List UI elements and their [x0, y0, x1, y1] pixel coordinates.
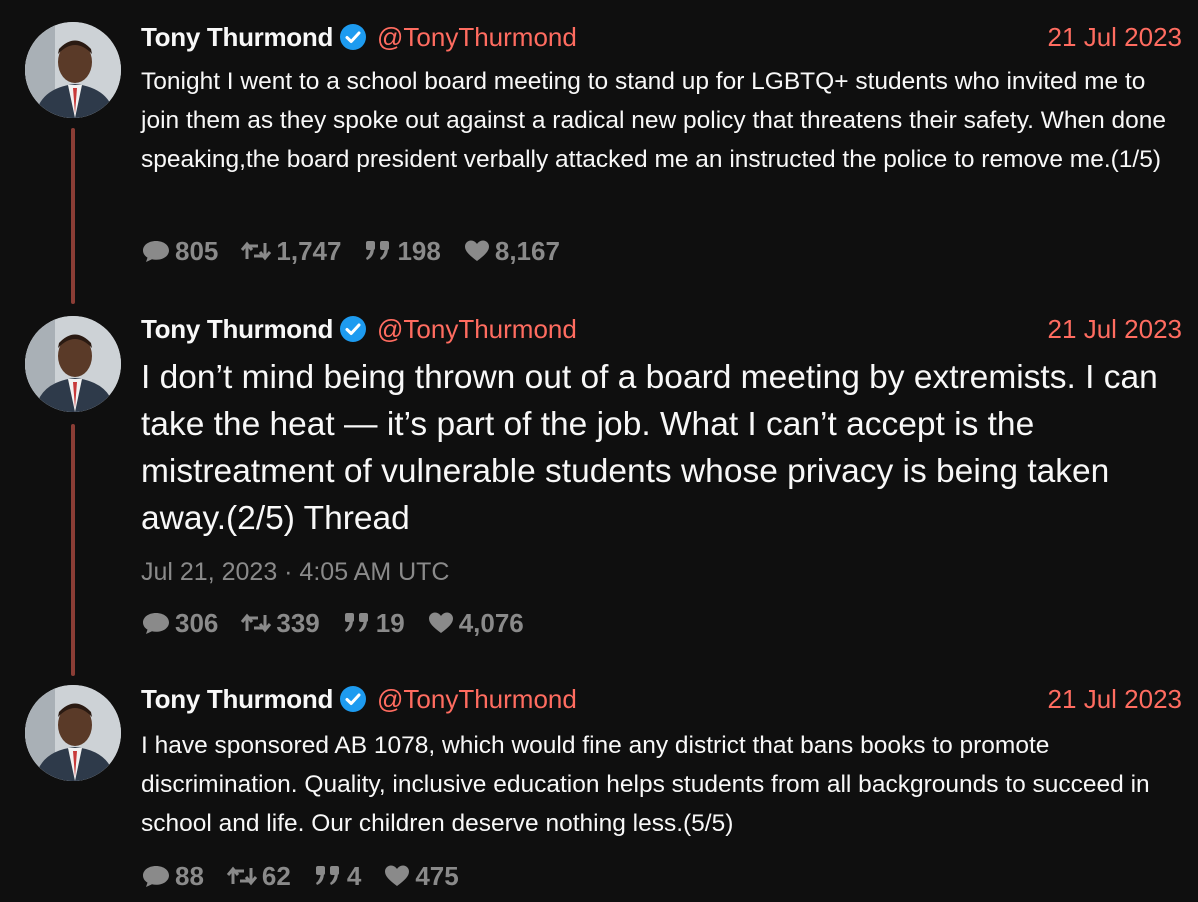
avatar[interactable]	[25, 685, 121, 781]
verified-badge-icon	[339, 315, 367, 343]
retweet-stat[interactable]: 1,747	[240, 236, 341, 267]
heart-icon	[427, 610, 455, 636]
quote-icon	[313, 863, 343, 889]
reply-stat[interactable]: 306	[141, 608, 218, 639]
author-handle[interactable]: @TonyThurmond	[377, 684, 577, 715]
author-handle[interactable]: @TonyThurmond	[377, 22, 577, 53]
tweet-date-link[interactable]: 21 Jul 2023	[1048, 314, 1182, 345]
tweet-header: Tony Thurmond @TonyThurmond 21 Jul 2023	[141, 682, 1182, 716]
retweet-stat[interactable]: 62	[226, 861, 291, 892]
heart-icon	[383, 863, 411, 889]
like-stat[interactable]: 4,076	[427, 608, 524, 639]
tweet-stats: 306 339 19 4,076	[141, 606, 546, 640]
tweet[interactable]: Tony Thurmond @TonyThurmond 21 Jul 2023 …	[0, 20, 1198, 285]
quote-stat[interactable]: 198	[363, 235, 441, 267]
reply-count: 306	[175, 607, 219, 638]
like-count: 4,076	[458, 607, 524, 638]
reply-stat[interactable]: 88	[141, 861, 204, 892]
quote-count: 19	[375, 607, 405, 638]
avatar[interactable]	[25, 316, 121, 412]
heart-icon	[463, 238, 491, 264]
quote-count: 198	[397, 235, 441, 266]
quote-stat[interactable]: 4	[313, 861, 361, 892]
quote-icon	[363, 238, 393, 264]
quote-stat[interactable]: 19	[342, 608, 405, 639]
retweet-count: 62	[261, 860, 291, 891]
retweet-icon	[226, 863, 258, 889]
like-stat[interactable]: 475	[383, 860, 459, 892]
comment-icon	[141, 863, 171, 889]
published-timestamp: Jul 21, 2023 · 4:05 AM UTC	[141, 558, 450, 586]
quote-icon	[342, 610, 372, 636]
author-name[interactable]: Tony Thurmond	[141, 684, 333, 715]
author-name[interactable]: Tony Thurmond	[141, 314, 333, 345]
tweet-text: Tonight I went to a school board meeting…	[141, 68, 1167, 173]
tweet-date-link[interactable]: 21 Jul 2023	[1048, 22, 1182, 53]
tweet[interactable]: Tony Thurmond @TonyThurmond 21 Jul 2023 …	[0, 312, 1198, 652]
tweet-header: Tony Thurmond @TonyThurmond 21 Jul 2023	[141, 312, 1182, 346]
reply-count: 88	[175, 860, 204, 891]
author-handle[interactable]: @TonyThurmond	[377, 314, 577, 345]
retweet-icon	[240, 610, 272, 636]
author-name[interactable]: Tony Thurmond	[141, 22, 333, 53]
tweet[interactable]: Tony Thurmond @TonyThurmond 21 Jul 2023 …	[0, 682, 1198, 897]
retweet-stat[interactable]: 339	[240, 607, 320, 639]
retweet-icon	[240, 238, 272, 264]
tweet-stats: 88 62 4 475	[141, 859, 481, 893]
tweet-date-link[interactable]: 21 Jul 2023	[1048, 684, 1182, 715]
tweet-stats: 805 1,747 198 8,167	[141, 234, 582, 268]
verified-badge-icon	[339, 685, 367, 713]
comment-icon	[141, 610, 171, 636]
like-count: 8,167	[494, 235, 560, 266]
tweet-text: I don’t mind being thrown out of a board…	[141, 359, 1158, 537]
avatar[interactable]	[25, 22, 121, 118]
comment-icon	[141, 238, 171, 264]
retweet-count: 1,747	[276, 235, 342, 266]
tweet-header: Tony Thurmond @TonyThurmond 21 Jul 2023	[141, 20, 1182, 54]
verified-badge-icon	[339, 23, 367, 51]
tweet-text: I have sponsored AB 1078, which would fi…	[141, 732, 1150, 837]
quote-count: 4	[346, 860, 362, 891]
like-count: 475	[415, 860, 459, 891]
reply-stat[interactable]: 805	[141, 236, 218, 267]
retweet-count: 339	[276, 607, 320, 638]
reply-count: 805	[175, 235, 219, 266]
like-stat[interactable]: 8,167	[463, 236, 560, 267]
